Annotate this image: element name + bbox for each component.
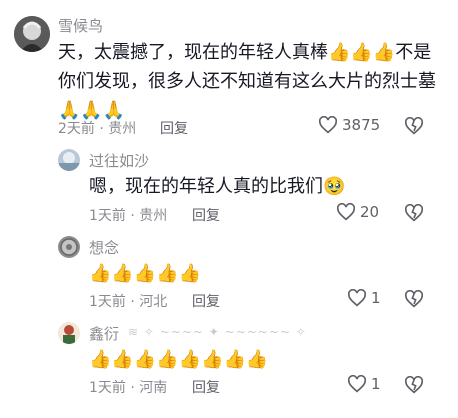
avatar-image bbox=[58, 322, 80, 344]
broken-heart-icon bbox=[404, 289, 424, 308]
avatar-image bbox=[58, 149, 80, 171]
broken-heart-icon bbox=[404, 375, 424, 394]
dislike-button[interactable] bbox=[403, 289, 425, 312]
heart-outline-icon bbox=[347, 289, 367, 307]
like-count: 3875 bbox=[342, 116, 381, 134]
comment-meta: 1天前 · 河南 bbox=[89, 380, 168, 396]
comment-username[interactable]: 过往如沙 bbox=[89, 150, 149, 171]
heart-outline-icon bbox=[318, 116, 338, 134]
dislike-button[interactable] bbox=[403, 203, 425, 226]
comment-username[interactable]: 鑫衍 bbox=[89, 323, 119, 344]
avatar[interactable] bbox=[58, 236, 80, 258]
comment-username[interactable]: 想念 bbox=[89, 237, 119, 258]
avatar[interactable] bbox=[14, 16, 50, 52]
comment-meta: 1天前 · 贵州 bbox=[89, 208, 168, 224]
dislike-button[interactable] bbox=[403, 116, 425, 139]
comment-text: 嗯，现在的年轻人真的比我们🥹 bbox=[89, 176, 346, 197]
broken-heart-icon bbox=[404, 203, 424, 222]
like-count: 20 bbox=[360, 203, 380, 221]
comment-meta: 1天前 · 河北 bbox=[89, 294, 168, 310]
like-button[interactable]: 20 bbox=[336, 203, 379, 221]
reply-button[interactable]: 回复 bbox=[192, 377, 220, 397]
like-button[interactable]: 1 bbox=[347, 375, 381, 393]
avatar[interactable] bbox=[58, 149, 80, 171]
reply-button[interactable]: 回复 bbox=[192, 205, 220, 225]
comment-text: 👍👍👍👍👍 bbox=[89, 263, 202, 284]
avatar[interactable] bbox=[58, 322, 80, 344]
reply-button[interactable]: 回复 bbox=[160, 118, 188, 138]
dislike-button[interactable] bbox=[403, 375, 425, 398]
avatar-image bbox=[14, 16, 50, 52]
like-button[interactable]: 1 bbox=[347, 289, 381, 307]
like-count: 1 bbox=[371, 375, 381, 393]
comment-text: 👍👍👍👍👍👍👍👍 bbox=[89, 349, 269, 370]
reply-button[interactable]: 回复 bbox=[192, 291, 220, 311]
like-count: 1 bbox=[371, 289, 381, 307]
comment-meta: 2天前 · 贵州 bbox=[58, 121, 137, 137]
heart-outline-icon bbox=[347, 375, 367, 393]
broken-heart-icon bbox=[404, 116, 424, 135]
like-button[interactable]: 3875 bbox=[318, 116, 380, 134]
comment-username[interactable]: 雪候鸟 bbox=[58, 15, 103, 36]
comment-text: 天，太震撼了，现在的年轻人真棒👍👍👍不是你们发现，很多人还不知道有这么大片的烈士… bbox=[58, 42, 436, 121]
heart-outline-icon bbox=[336, 203, 356, 221]
avatar-image bbox=[58, 236, 80, 258]
username-decoration: ≋ ✧ ~~~~ ✦ ~~~~~~ ✧ bbox=[128, 325, 307, 339]
